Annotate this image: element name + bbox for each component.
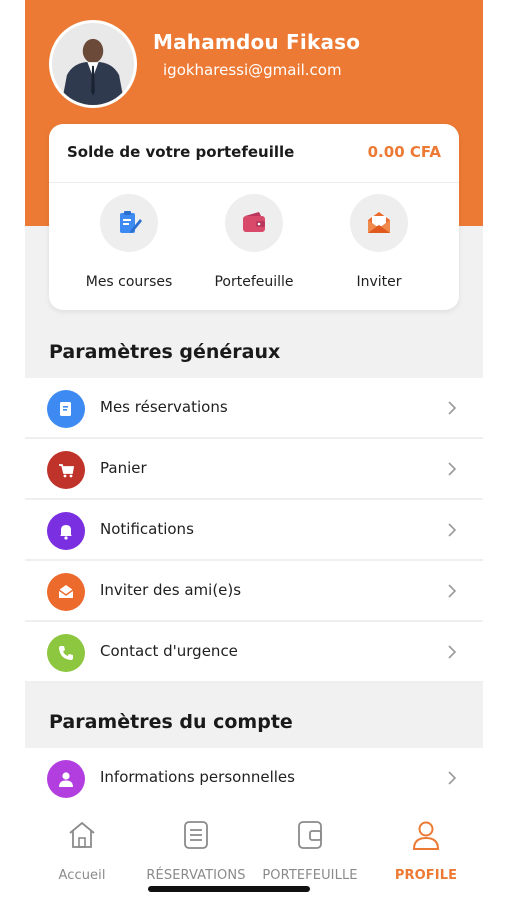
quick-action-inviter[interactable]: Inviter <box>319 194 439 290</box>
home-indicator <box>148 886 310 892</box>
profile-screen: Mahamdou Fikaso igokharessi@gmail.com So… <box>25 0 483 900</box>
chevron-right-icon <box>448 645 457 659</box>
menu-item-label: Inviter des ami(e)s <box>100 581 242 599</box>
chevron-right-icon <box>448 771 457 785</box>
user-name: Mahamdou Fikaso <box>153 30 361 54</box>
menu-item-inviter-des-amis[interactable]: Inviter des ami(e)s <box>25 561 483 622</box>
chevron-right-icon <box>448 401 457 415</box>
menu-item-panier[interactable]: Panier <box>25 439 483 500</box>
tab-reservations[interactable]: RÉSERVATIONS <box>139 818 253 883</box>
quick-action-mes-courses[interactable]: Mes courses <box>69 194 189 290</box>
menu-item-notifications[interactable]: Notifications <box>25 500 483 561</box>
user-icon <box>412 821 440 850</box>
envelope-open-icon <box>350 194 408 252</box>
home-icon <box>69 821 95 848</box>
tab-portefeuille[interactable]: PORTEFEUILLE <box>253 818 367 883</box>
menu-item-mes-reservations[interactable]: Mes réservations <box>25 378 483 439</box>
menu-item-label: Contact d'urgence <box>100 642 238 660</box>
envelope-icon <box>47 573 85 611</box>
chevron-right-icon <box>448 462 457 476</box>
tab-label: RÉSERVATIONS <box>146 868 246 883</box>
menu-item-label: Mes réservations <box>100 398 228 416</box>
avatar-photo <box>52 23 134 105</box>
wallet-icon <box>298 821 322 849</box>
tab-profile[interactable]: PROFILE <box>369 818 483 883</box>
chevron-right-icon <box>448 584 457 598</box>
menu-item-label: Panier <box>100 459 147 477</box>
wallet-icon <box>225 194 283 252</box>
menu-item-informations-personnelles[interactable]: Informations personnelles <box>25 748 483 809</box>
tab-label: PORTEFEUILLE <box>262 868 358 883</box>
menu-item-label: Notifications <box>100 520 194 538</box>
tab-accueil[interactable]: Accueil <box>25 818 139 883</box>
cart-icon <box>47 451 85 489</box>
menu-item-contact-urgence[interactable]: Contact d'urgence <box>25 622 483 683</box>
wallet-balance-label: Solde de votre portefeuille <box>67 143 295 161</box>
list-icon <box>184 821 208 849</box>
clipboard-pen-icon <box>100 194 158 252</box>
avatar[interactable] <box>49 20 137 108</box>
tab-label: PROFILE <box>394 868 458 883</box>
user-email: igokharessi@gmail.com <box>163 61 342 79</box>
wallet-balance-row: Solde de votre portefeuille 0.00 CFA <box>49 124 459 183</box>
quick-action-portefeuille[interactable]: Portefeuille <box>194 194 314 290</box>
quick-action-label: Mes courses <box>85 274 173 290</box>
quick-action-label: Portefeuille <box>214 274 294 290</box>
general-settings-list: Mes réservations Panier Notifications In… <box>25 378 483 683</box>
bell-icon <box>47 512 85 550</box>
general-settings-title: Paramètres généraux <box>49 341 281 363</box>
chevron-right-icon <box>448 523 457 537</box>
clipboard-icon <box>47 390 85 428</box>
phone-icon <box>47 634 85 672</box>
menu-item-label: Informations personnelles <box>100 768 295 786</box>
user-icon <box>47 760 85 798</box>
wallet-card: Solde de votre portefeuille 0.00 CFA Mes… <box>49 124 459 310</box>
quick-action-label: Inviter <box>356 274 402 290</box>
account-settings-list: Informations personnelles <box>25 748 483 809</box>
wallet-balance-amount: 0.00 CFA <box>367 143 441 161</box>
tab-label: Accueil <box>58 868 106 883</box>
account-settings-title: Paramètres du compte <box>49 711 293 733</box>
